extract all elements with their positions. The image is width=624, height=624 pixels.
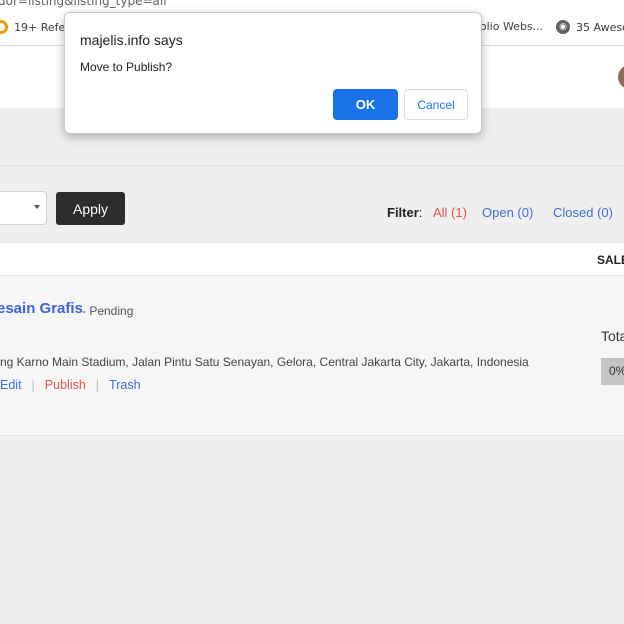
orange-ring-icon bbox=[0, 20, 8, 34]
cancel-button[interactable]: Cancel bbox=[404, 89, 468, 120]
listing-status: - Pending bbox=[82, 304, 134, 318]
ok-button[interactable]: OK bbox=[333, 89, 398, 120]
address-bar[interactable]: dor=listing&listing_type=all bbox=[0, 0, 624, 12]
edit-link[interactable]: Edit bbox=[0, 378, 22, 392]
column-header-sales: SALE bbox=[597, 253, 624, 267]
separator: | bbox=[31, 378, 35, 392]
table-row: esain Grafis - Pending ng Karno Main Sta… bbox=[0, 276, 624, 436]
total-label: Tota bbox=[601, 328, 624, 344]
listing-title-link[interactable]: esain Grafis bbox=[0, 300, 83, 317]
bookmark-label: folio Webs... bbox=[476, 20, 544, 33]
divider bbox=[0, 165, 624, 166]
listing-address: ng Karno Main Stadium, Jalan Pintu Satu … bbox=[0, 355, 529, 369]
row-actions: Edit | Publish | Trash bbox=[0, 378, 141, 392]
filter-label: Filter: bbox=[387, 205, 423, 220]
alert-dialog: majelis.info says Move to Publish? OK Ca… bbox=[64, 12, 482, 134]
bookmark-item[interactable]: 19+ Refer bbox=[0, 20, 70, 34]
progress-text: 0% bbox=[609, 364, 624, 378]
separator: | bbox=[95, 378, 100, 392]
trash-link[interactable]: Trash bbox=[109, 378, 141, 392]
publish-link[interactable]: Publish bbox=[45, 378, 86, 392]
apply-button[interactable]: Apply bbox=[56, 192, 125, 225]
avatar[interactable] bbox=[618, 65, 624, 89]
chevron-down-icon bbox=[34, 205, 40, 209]
table-header: SALE bbox=[0, 242, 624, 276]
bulk-action-select[interactable] bbox=[0, 191, 47, 225]
globe-icon: ◉ bbox=[556, 20, 570, 34]
bookmark-item[interactable]: ◉ 35 Awesc bbox=[556, 20, 624, 34]
dialog-message: Move to Publish? bbox=[80, 60, 173, 74]
filter-closed-link[interactable]: Closed (0) bbox=[553, 205, 613, 220]
filter-all-link[interactable]: All (1) bbox=[433, 205, 467, 220]
bookmark-label: 19+ Refer bbox=[14, 20, 70, 34]
sales-progress-bar: 0% bbox=[601, 358, 624, 385]
url-text: dor=listing&listing_type=all bbox=[0, 0, 167, 8]
bookmark-label: 35 Awesc bbox=[576, 20, 624, 34]
bookmark-item[interactable]: folio Webs... bbox=[476, 20, 543, 33]
filter-open-link[interactable]: Open (0) bbox=[482, 205, 533, 220]
dialog-title: majelis.info says bbox=[80, 32, 183, 48]
